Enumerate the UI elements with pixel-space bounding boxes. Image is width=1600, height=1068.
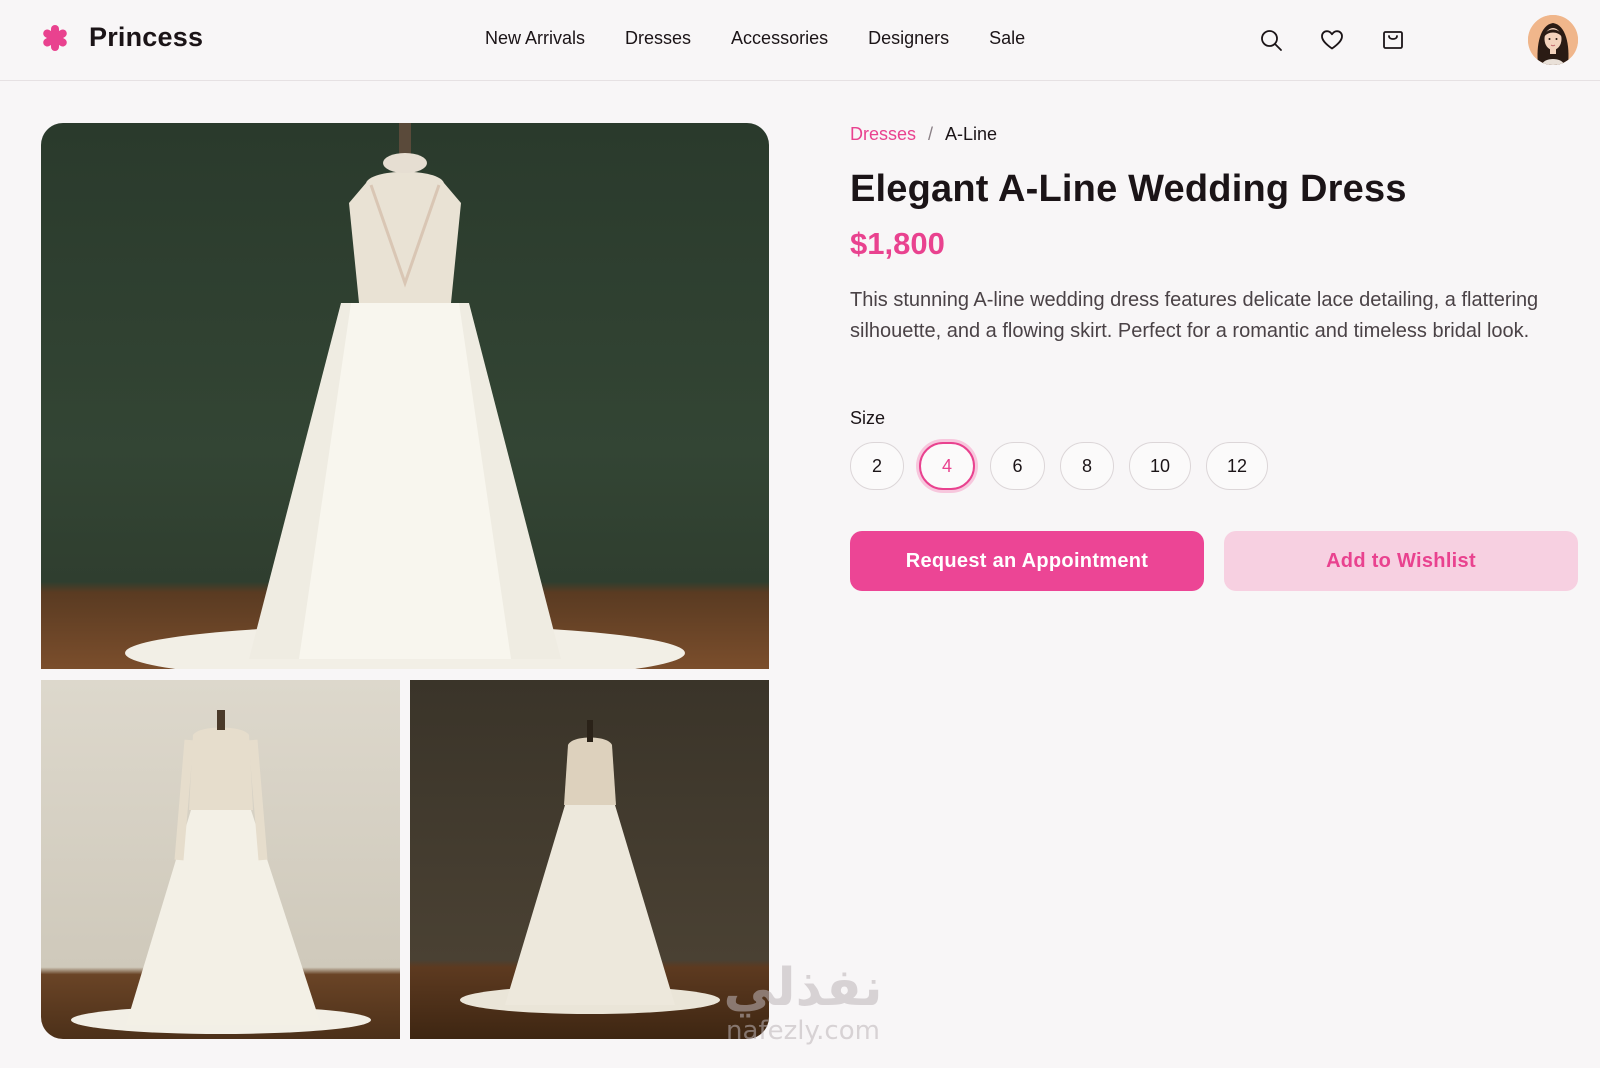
nav-item-dresses[interactable]: Dresses	[625, 28, 691, 49]
size-option-6[interactable]: 6	[990, 442, 1045, 490]
size-option-2[interactable]: 2	[850, 442, 904, 490]
asterisk-logo-icon	[43, 24, 67, 51]
watermark-arabic: نفذلي	[723, 958, 883, 1018]
request-appointment-button[interactable]: Request an Appointment	[850, 531, 1204, 591]
user-avatar[interactable]	[1528, 15, 1578, 65]
product-price: $1,800	[850, 226, 945, 261]
brand[interactable]: Princess	[41, 22, 203, 53]
watermark-latin: nafezly.com	[726, 1016, 880, 1046]
product-description: This stunning A-line wedding dress featu…	[850, 289, 1539, 342]
nav-item-designers[interactable]: Designers	[868, 28, 949, 49]
heart-icon[interactable]	[1320, 28, 1344, 52]
nav-item-new-arrivals[interactable]: New Arrivals	[485, 28, 585, 49]
size-option-4[interactable]: 4	[919, 442, 975, 490]
breadcrumb-link-dresses[interactable]: Dresses	[850, 124, 916, 145]
nav-item-sale[interactable]: Sale	[989, 28, 1025, 49]
dress-photo-icon	[71, 710, 371, 1034]
size-selector: 2 4 6 8 10 12	[850, 442, 1268, 490]
breadcrumb-current: A-Line	[945, 124, 998, 144]
product-title: Elegant A-Line Wedding Dress	[850, 168, 1407, 210]
breadcrumb-separator: /	[928, 124, 934, 144]
size-option-10[interactable]: 10	[1129, 442, 1191, 490]
search-icon[interactable]	[1259, 28, 1283, 52]
main-nav: New Arrivals Dresses Accessories Designe…	[485, 28, 1025, 49]
add-to-wishlist-button[interactable]: Add to Wishlist	[1224, 531, 1578, 591]
brand-name: Princess	[89, 22, 204, 52]
avatar-portrait-icon	[1528, 15, 1578, 65]
product-thumbnail-1[interactable]	[41, 680, 400, 1039]
watermark: نفذلي nafezly.com	[703, 960, 903, 1046]
size-option-8[interactable]: 8	[1060, 442, 1114, 490]
header-actions	[1259, 28, 1405, 52]
site-header: Princess New Arrivals Dresses Accessorie…	[0, 0, 1600, 81]
nav-item-accessories[interactable]: Accessories	[731, 28, 828, 49]
size-option-12[interactable]: 12	[1206, 442, 1268, 490]
dress-photo-icon	[125, 123, 685, 669]
cart-icon[interactable]	[1381, 28, 1405, 52]
breadcrumb: Dresses / A-Line	[850, 124, 997, 145]
product-main-image[interactable]	[41, 123, 769, 669]
size-label: Size	[850, 408, 886, 428]
